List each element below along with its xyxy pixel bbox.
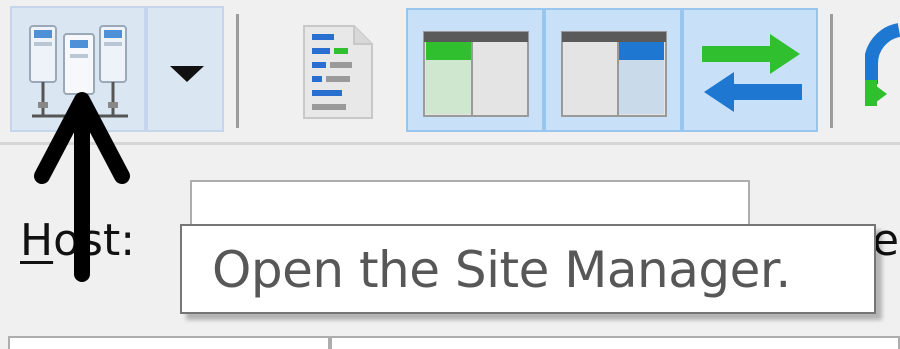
local-site-field[interactable] [8,336,330,349]
tooltip: Open the Site Manager. [180,224,876,314]
remote-dir-tree-icon [561,31,667,117]
transfer-queue-icon [702,34,802,112]
site-manager-dropdown-button[interactable] [146,6,224,132]
toolbar-separator [236,14,239,128]
refresh-button[interactable] [865,20,900,124]
tooltip-text: Open the Site Manager. [212,241,791,299]
arrow-up-icon [34,92,130,282]
refresh-icon [865,23,900,106]
toggle-message-log-button[interactable] [290,20,384,124]
toggle-transfer-queue-button[interactable] [682,8,818,132]
username-label-partial: e [872,215,900,266]
toggle-remote-dir-tree-button[interactable] [544,8,682,132]
chevron-down-icon [170,66,204,82]
toolbar-separator [830,14,833,128]
remote-site-field[interactable] [330,336,900,349]
toggle-local-dir-tree-button[interactable] [406,8,544,132]
message-log-icon [303,25,373,119]
local-dir-tree-icon [423,31,529,117]
